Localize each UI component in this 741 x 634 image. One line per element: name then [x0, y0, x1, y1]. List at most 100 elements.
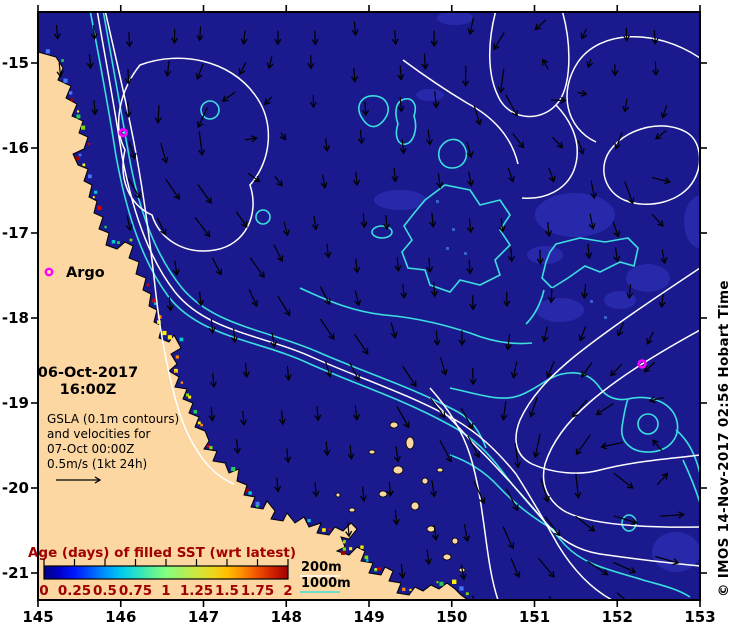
sst-age-speckle [117, 241, 120, 244]
island [336, 493, 340, 497]
sst-age-speckle [349, 547, 352, 550]
sst-age-speckle [69, 91, 72, 94]
colorbar-tick-label: 1 [161, 583, 170, 599]
x-axis-label: 149 [353, 608, 384, 626]
timestamp-time: 16:00Z [60, 382, 117, 398]
velocity-arrow [425, 54, 426, 69]
velocity-arrow [500, 601, 504, 616]
sst-age-speckle [162, 331, 166, 335]
sst-age-speckle [174, 371, 176, 373]
gsla-note-line2: and velocities for [47, 427, 151, 441]
sst-age-speckle [180, 338, 184, 342]
colorbar-tick-label: 0.75 [119, 583, 152, 599]
x-axis-label: 150 [436, 608, 467, 626]
sst-age-patch [437, 11, 473, 25]
sst-age-speckle [188, 396, 191, 399]
sst-age-speckle [322, 528, 326, 532]
x-axis-label: 153 [684, 608, 715, 626]
sst-age-speckle [200, 424, 203, 427]
sst-age-speckle [181, 381, 183, 383]
sst-age-patch [626, 264, 670, 292]
sst-age-dot [436, 200, 439, 203]
velocity-arrow [655, 62, 656, 75]
sst-age-dot [590, 300, 593, 303]
sst-age-speckle [459, 586, 463, 590]
x-axis-label: 147 [188, 608, 219, 626]
gsla-note-line4: 0.5m/s (1kt 24h) [47, 457, 147, 471]
sst-age-speckle [104, 226, 106, 228]
argo-float-marker-center [641, 363, 643, 365]
y-axis-label: -17 [2, 224, 29, 242]
imos-oceancurrent-map: Argo 06-Oct-2017 16:00Z GSLA (0.1m conto… [0, 0, 741, 634]
sst-age-patch [535, 193, 615, 237]
colorbar-title: Age (days) of filled SST (wrt latest) [28, 545, 296, 561]
sst-age-speckle [88, 175, 92, 179]
velocity-arrow [583, 600, 593, 614]
depth-legend-200m-label: 200m [301, 560, 342, 575]
island [437, 468, 443, 472]
y-axis-label: -21 [2, 564, 29, 582]
sst-age-speckle [402, 588, 405, 591]
velocity-arrow [315, 31, 316, 45]
sst-age-speckle [308, 519, 311, 522]
sst-age-speckle [112, 240, 115, 243]
x-axis-label: 146 [105, 608, 136, 626]
sst-age-speckle [168, 335, 172, 339]
sst-age-colorbar: Age (days) of filled SST (wrt latest) 00… [28, 545, 296, 599]
colorbar-tick-labels: 00.250.50.7511.251.51.752 [39, 583, 292, 599]
colorbar-tick-label: 1.25 [180, 583, 213, 599]
sst-age-speckle [466, 592, 469, 595]
velocity-arrow [653, 602, 666, 613]
sst-age-speckle [341, 551, 345, 555]
velocity-arrow [128, 102, 129, 117]
colorbar-tick-label: 0.25 [58, 583, 91, 599]
sst-age-speckle [77, 110, 79, 112]
sst-age-patch [527, 246, 563, 264]
sst-age-speckle [63, 79, 67, 83]
sst-age-speckle [439, 582, 443, 586]
colorbar-tick-label: 1.75 [241, 583, 274, 599]
timestamp-date: 06-Oct-2017 [38, 365, 138, 381]
colorbar-tick-label: 0.5 [93, 583, 117, 599]
sst-age-dot [452, 228, 455, 231]
velocity-arrow [473, 368, 474, 384]
sst-age-speckle [97, 206, 101, 210]
sst-age-speckle [198, 422, 201, 425]
island [369, 450, 375, 454]
island [349, 508, 355, 512]
island [406, 437, 414, 449]
argo-float-marker-center [122, 132, 124, 134]
sst-age-speckle [409, 589, 411, 591]
sst-age-speckle [94, 191, 97, 194]
sst-age-speckle [71, 98, 74, 101]
sst-age-speckle [452, 580, 456, 584]
sst-age-speckle [256, 505, 258, 507]
island [427, 526, 435, 532]
sst-age-speckle [329, 528, 331, 530]
sst-age-speckle [436, 581, 438, 583]
island [443, 554, 451, 560]
sst-age-speckle [76, 115, 80, 119]
sst-age-speckle [130, 239, 133, 242]
sst-age-speckle [154, 303, 156, 305]
island [379, 491, 387, 497]
sst-age-speckle [231, 467, 235, 471]
sst-age-speckle [343, 540, 346, 543]
y-axis-label: -18 [2, 309, 29, 327]
sst-age-speckle [366, 559, 368, 561]
island [452, 538, 458, 544]
sst-age-speckle [83, 164, 86, 167]
y-axis-label: -15 [2, 54, 29, 72]
sst-age-speckle [343, 547, 346, 550]
sst-age-speckle [79, 154, 82, 157]
sst-age-speckle [46, 49, 50, 53]
sst-age-speckle [209, 446, 212, 449]
sst-age-speckle [360, 546, 363, 549]
colorbar-tick-label: 2 [283, 583, 292, 599]
sst-age-speckle [93, 196, 95, 198]
velocity-arrow [540, 250, 541, 264]
sst-age-speckle [375, 568, 377, 570]
sst-age-speckle [147, 284, 150, 287]
velocity-arrow [128, 69, 129, 83]
x-axis-label: 148 [271, 608, 302, 626]
